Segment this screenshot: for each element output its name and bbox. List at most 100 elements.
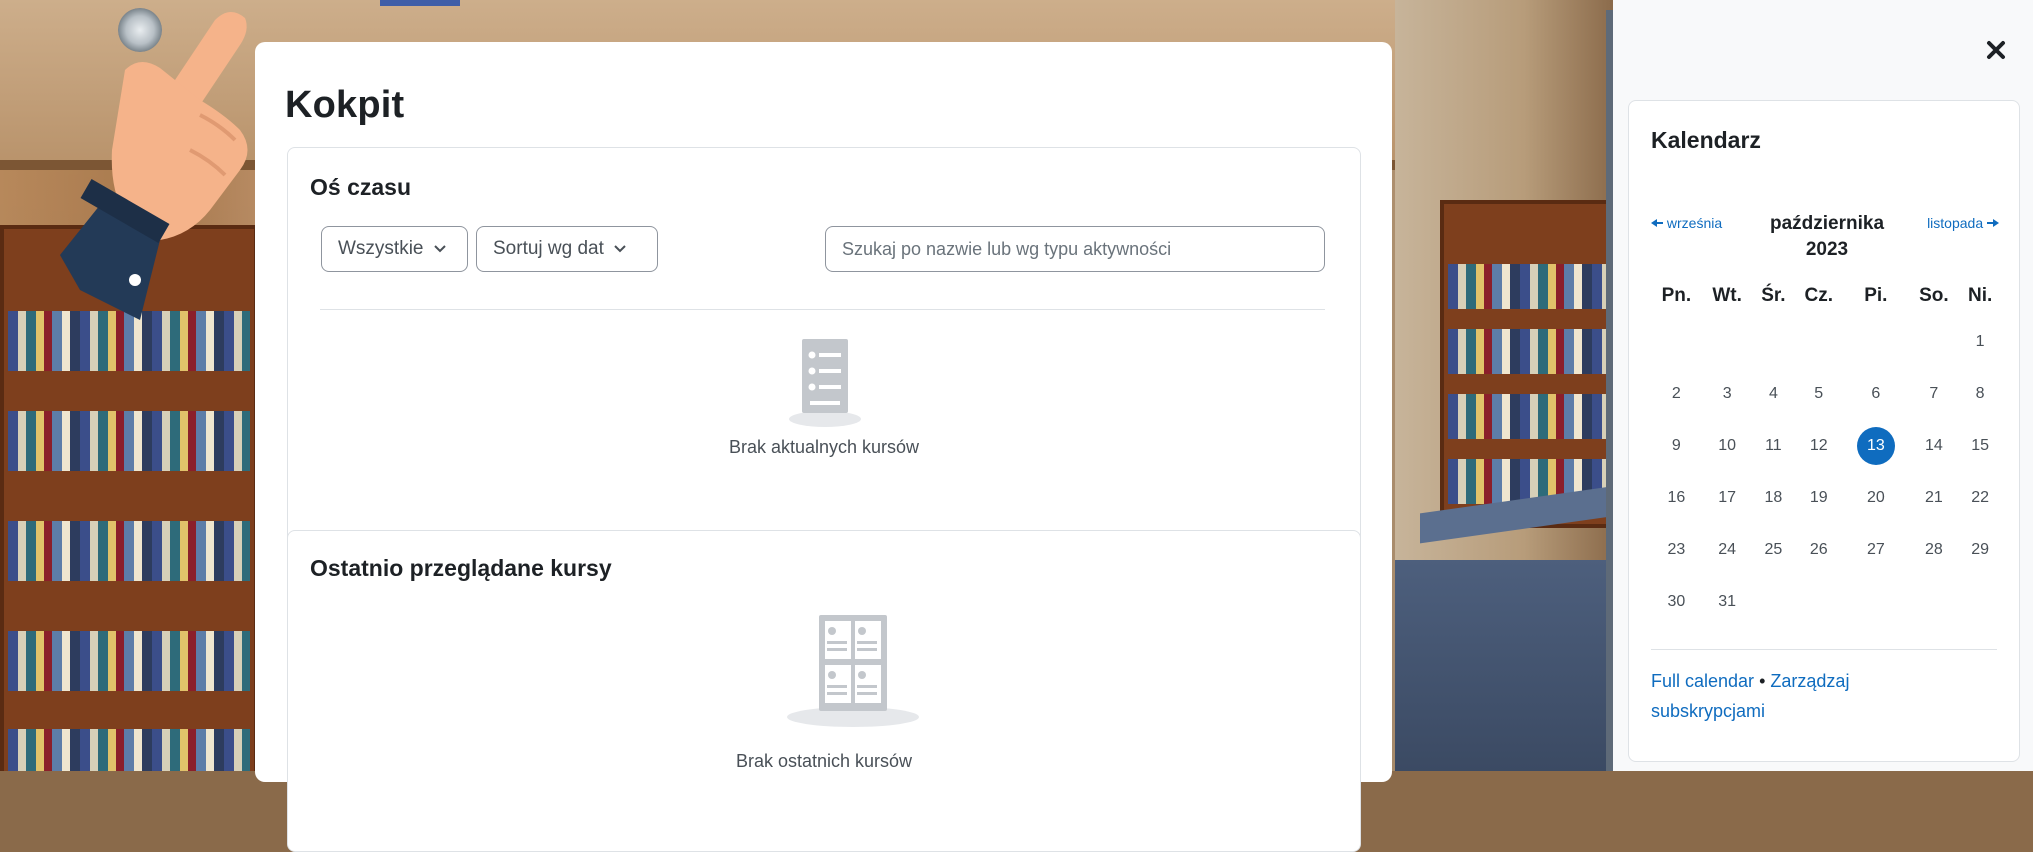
calendar-week-row: 9 10 11 12 13 14 15	[1651, 420, 2001, 472]
arrow-right-icon	[1987, 215, 1999, 231]
link-separator: •	[1759, 671, 1766, 691]
calendar-week-row: 30 31	[1651, 576, 2001, 628]
calendar-day[interactable]: 29	[1959, 524, 2001, 576]
calendar-day[interactable]: 6	[1843, 368, 1908, 420]
chevron-down-icon	[614, 242, 626, 256]
calendar-day[interactable]: 30	[1651, 576, 1702, 628]
timeline-empty-message: Brak aktualnych kursów	[728, 437, 920, 457]
calendar-week-row: 2 3 4 5 6 7 8	[1651, 368, 2001, 420]
calendar-day-number: 11	[1765, 437, 1782, 454]
calendar-day-number: 29	[1971, 541, 1990, 558]
calendar-day-number: 16	[1667, 489, 1686, 506]
calendar-day[interactable]: 9	[1651, 420, 1702, 472]
calendar-day[interactable]: 25	[1753, 524, 1795, 576]
calendar-day[interactable]: 8	[1959, 368, 2001, 420]
divider	[320, 309, 1325, 310]
active-tab-indicator	[380, 0, 460, 6]
calendar-empty-cell	[1794, 316, 1843, 368]
weekday-header: Śr.	[1761, 285, 1786, 306]
calendar-day-number: 20	[1866, 489, 1885, 506]
calendar-prev-month-label: września	[1666, 215, 1723, 231]
calendar-day-number: 2	[1671, 385, 1681, 402]
list-icon	[788, 333, 862, 434]
calendar-today-marker: 13	[1856, 427, 1895, 465]
full-calendar-link[interactable]: Full calendar	[1651, 671, 1754, 691]
calendar-day-number: 24	[1718, 541, 1737, 558]
calendar-day-number: 10	[1718, 437, 1737, 454]
calendar-day[interactable]: 10	[1702, 420, 1753, 472]
calendar-day[interactable]: 22	[1959, 472, 2001, 524]
timeline-block: Oś czasu Wszystkie Sortuj wg dat Szukaj …	[287, 147, 1361, 549]
calendar-day[interactable]: 21	[1908, 472, 1959, 524]
calendar-empty-cell	[1908, 576, 1959, 628]
calendar-day[interactable]: 28	[1908, 524, 1959, 576]
main-content: Kokpit Oś czasu Wszystkie Sortuj wg dat	[255, 42, 1392, 852]
calendar-next-month-label: listopada	[1927, 215, 1984, 231]
calendar-day[interactable]: 5	[1794, 368, 1843, 420]
pointing-hand-icon	[40, 0, 280, 320]
calendar-day[interactable]: 13	[1843, 420, 1908, 472]
calendar-day-number: 19	[1809, 489, 1828, 506]
calendar-day[interactable]: 23	[1651, 524, 1702, 576]
calendar-empty-cell	[1794, 576, 1843, 628]
calendar-day-number: 28	[1924, 541, 1943, 558]
timeline-filter-dropdown[interactable]: Wszystkie	[321, 226, 468, 272]
calendar-empty-cell	[1753, 316, 1795, 368]
calendar-day[interactable]: 19	[1794, 472, 1843, 524]
recent-courses-title: Ostatnio przeglądane kursy	[310, 555, 612, 581]
recent-courses-block: Ostatnio przeglądane kursy Brak ostatnic…	[287, 530, 1361, 852]
calendar-day-number: 7	[1929, 385, 1939, 402]
weekday-header: Cz.	[1804, 285, 1833, 306]
calendar-day-number: 21	[1924, 489, 1943, 506]
calendar-day[interactable]: 31	[1702, 576, 1753, 628]
calendar-day[interactable]: 11	[1753, 420, 1795, 472]
calendar-day[interactable]: 3	[1702, 368, 1753, 420]
calendar-day-number: 18	[1764, 489, 1783, 506]
calendar-day[interactable]: 20	[1843, 472, 1908, 524]
weekday-header: Pi.	[1864, 285, 1888, 306]
calendar-day-number: 12	[1809, 437, 1828, 454]
weekday-header: Ni.	[1967, 285, 1993, 306]
calendar-day-number: 6	[1871, 385, 1881, 402]
calendar-next-month-link[interactable]: listopada	[1927, 215, 1999, 231]
right-drawer: Kalendarz września października 2023 lis…	[1613, 0, 2033, 771]
calendar-current-month-name: października	[1769, 213, 1885, 234]
timeline-sort-dropdown[interactable]: Sortuj wg dat	[476, 226, 658, 272]
calendar-day[interactable]: 7	[1908, 368, 1959, 420]
calendar-day[interactable]: 2	[1651, 368, 1702, 420]
calendar-prev-month-link[interactable]: września	[1651, 215, 1722, 231]
calendar-day[interactable]: 27	[1843, 524, 1908, 576]
timeline-title: Oś czasu	[310, 174, 411, 200]
calendar-day-number: 3	[1722, 385, 1732, 402]
calendar-current-year: 2023	[1805, 239, 1849, 260]
calendar-day[interactable]: 16	[1651, 472, 1702, 524]
calendar-day[interactable]: 17	[1702, 472, 1753, 524]
calendar-day-number: 27	[1866, 541, 1885, 558]
calendar-day[interactable]: 24	[1702, 524, 1753, 576]
calendar-title: Kalendarz	[1651, 127, 1761, 153]
calendar-day[interactable]: 15	[1959, 420, 2001, 472]
calendar-empty-cell	[1908, 316, 1959, 368]
close-icon[interactable]	[1981, 36, 2011, 66]
calendar-day-number: 23	[1667, 541, 1686, 558]
calendar-day-number: 15	[1971, 437, 1990, 454]
page-title: Kokpit	[285, 84, 405, 126]
calendar-day-number: 22	[1971, 489, 1990, 506]
calendar-day-number: 4	[1768, 385, 1778, 402]
calendar-empty-cell	[1702, 316, 1753, 368]
calendar-day[interactable]: 14	[1908, 420, 1959, 472]
weekday-header: So.	[1919, 285, 1949, 306]
calendar-block: Kalendarz września października 2023 lis…	[1628, 100, 2020, 762]
calendar-day[interactable]: 1	[1959, 316, 2001, 368]
calendar-day[interactable]: 26	[1794, 524, 1843, 576]
calendar-day[interactable]: 12	[1794, 420, 1843, 472]
calendar-week-row: 16 17 18 19 20 21 22	[1651, 472, 2001, 524]
timeline-search-input[interactable]	[825, 226, 1325, 272]
weekday-header: Wt.	[1712, 285, 1742, 306]
calendar-week-row: 1	[1651, 316, 2001, 368]
calendar-day-number: 1	[1975, 333, 1985, 350]
calendar-current-month: października 2023	[1757, 211, 1897, 263]
calendar-day-number: 8	[1975, 385, 1985, 402]
calendar-day[interactable]: 18	[1753, 472, 1795, 524]
calendar-day[interactable]: 4	[1753, 368, 1795, 420]
